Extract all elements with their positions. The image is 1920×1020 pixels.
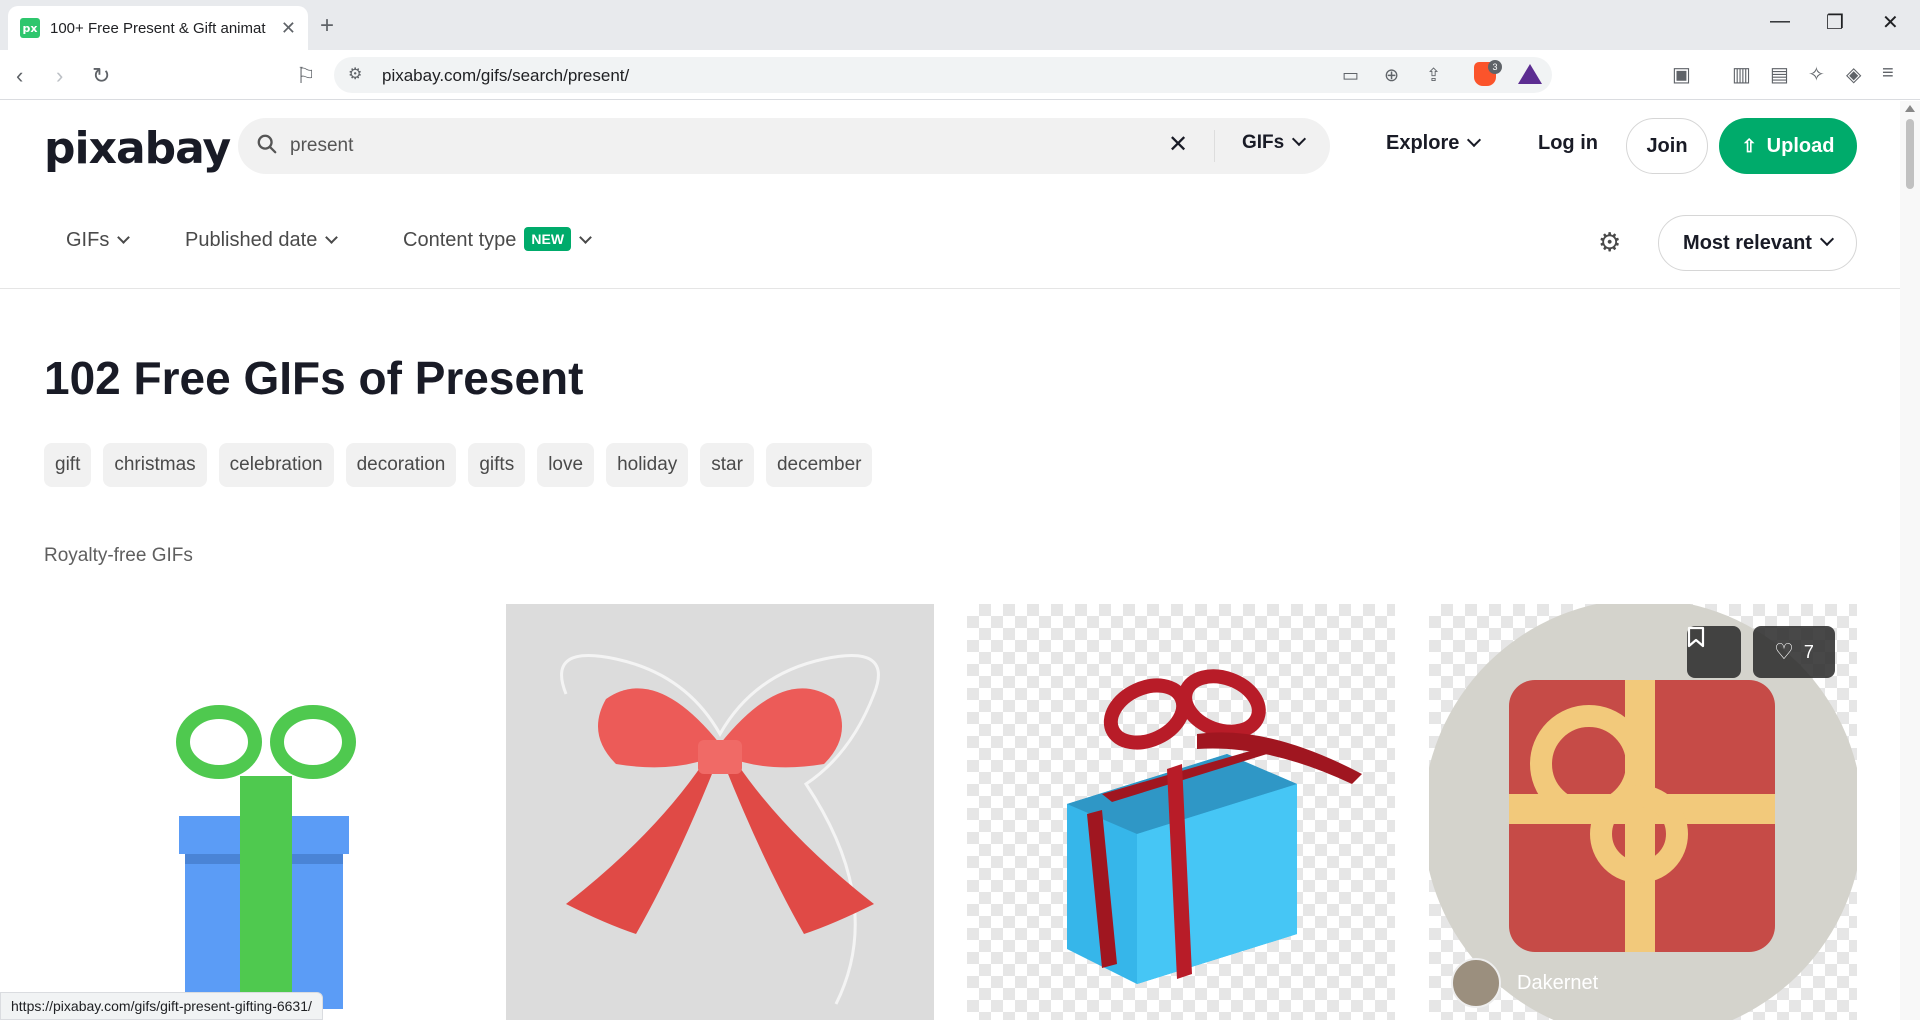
scrollbar-thumb[interactable] xyxy=(1906,119,1914,189)
menu-icon[interactable]: ≡ xyxy=(1882,62,1894,85)
leo-ai-icon[interactable]: ✧ xyxy=(1808,62,1825,87)
site-info-icon[interactable]: ⚙ xyxy=(348,64,362,84)
tag-chip[interactable]: holiday xyxy=(606,443,689,487)
search-bar: ✕ GIFs xyxy=(238,118,1330,174)
share-icon[interactable]: ⇪ xyxy=(1426,65,1441,86)
window-close-icon[interactable]: ✕ xyxy=(1882,10,1899,35)
chevron-down-icon xyxy=(579,231,592,244)
chevron-down-icon xyxy=(1819,231,1835,247)
content-type-filter[interactable]: Content type NEW xyxy=(403,227,592,253)
like-button[interactable]: ♡ 7 xyxy=(1753,626,1835,678)
published-date-label: Published date xyxy=(185,229,318,251)
chevron-down-icon xyxy=(325,231,339,244)
tag-chip[interactable]: star xyxy=(700,443,754,487)
search-type-label: GIFs xyxy=(1242,132,1285,153)
new-tab-icon[interactable]: + xyxy=(320,12,334,40)
scroll-up-icon[interactable] xyxy=(1905,105,1915,112)
cast-icon[interactable]: ▭ xyxy=(1342,65,1359,86)
join-button[interactable]: Join xyxy=(1626,118,1708,174)
chevron-down-icon xyxy=(1292,131,1307,147)
explore-menu[interactable]: Explore xyxy=(1386,132,1482,155)
sidebar-icon[interactable]: ▥ xyxy=(1732,62,1751,87)
sort-label: Most relevant xyxy=(1683,231,1812,254)
forward-icon[interactable]: › xyxy=(56,63,63,89)
new-badge: NEW xyxy=(524,227,572,251)
avatar xyxy=(1451,958,1501,1008)
gif-card[interactable]: ♡ 7 Dakernet xyxy=(1429,604,1857,1020)
bookmark-icon xyxy=(1687,626,1705,648)
search-divider xyxy=(1214,130,1215,162)
pixabay-logo[interactable]: pixabay xyxy=(44,123,231,174)
media-type-label: GIFs xyxy=(66,229,110,251)
author-name: Dakernet xyxy=(1517,971,1599,994)
chevron-down-icon xyxy=(1467,132,1482,148)
gif-card[interactable] xyxy=(44,604,472,1020)
browser-tab[interactable]: px 100+ Free Present & Gift animat ✕ xyxy=(8,6,308,50)
tag-chip[interactable]: gifts xyxy=(468,443,526,487)
search-input[interactable] xyxy=(290,130,1090,162)
search-type-dropdown[interactable]: GIFs xyxy=(1242,131,1307,154)
author-link[interactable]: Dakernet xyxy=(1451,958,1598,1008)
upload-label: Upload xyxy=(1766,134,1835,157)
gift-box-image xyxy=(1067,669,1362,984)
heart-icon: ♡ xyxy=(1774,639,1794,664)
vpn-icon[interactable]: ◈ xyxy=(1846,62,1861,87)
upload-button[interactable]: ⇧ Upload xyxy=(1719,118,1857,174)
tag-chip[interactable]: love xyxy=(537,443,595,487)
section-label: Royalty-free GIFs xyxy=(44,545,193,566)
related-tags: gift christmas celebration decoration gi… xyxy=(44,443,873,487)
gift-box-image xyxy=(176,705,356,1009)
clear-search-icon[interactable]: ✕ xyxy=(1168,130,1188,159)
zoom-icon[interactable]: ⊕ xyxy=(1384,65,1399,86)
red-bow-image xyxy=(560,654,880,1005)
page-scrollbar[interactable] xyxy=(1900,101,1920,1020)
brave-rewards-icon[interactable] xyxy=(1518,64,1542,84)
tag-chip[interactable]: decoration xyxy=(345,443,457,487)
browser-titlebar: px 100+ Free Present & Gift animat ✕ + —… xyxy=(0,0,1920,50)
published-date-filter[interactable]: Published date xyxy=(185,229,339,252)
pixabay-favicon-icon: px xyxy=(20,18,40,38)
page-content: pixabay ✕ GIFs Explore Log in Join ⇧ Uplo… xyxy=(0,101,1900,1020)
save-button[interactable] xyxy=(1687,626,1741,678)
bookmark-icon[interactable]: ⚐ xyxy=(296,63,316,89)
content-type-label: Content type xyxy=(403,229,517,251)
brave-shield-count: 3 xyxy=(1488,60,1502,74)
settings-gear-icon[interactable]: ⚙ xyxy=(1598,227,1621,258)
tab-title: 100+ Free Present & Gift animat xyxy=(50,19,266,37)
back-icon[interactable]: ‹ xyxy=(16,63,23,89)
search-icon xyxy=(257,134,277,154)
gif-card[interactable] xyxy=(506,604,934,1020)
sort-dropdown[interactable]: Most relevant xyxy=(1658,215,1857,271)
reader-mode-icon[interactable]: ▣ xyxy=(1672,62,1691,87)
minimize-icon[interactable]: — xyxy=(1770,10,1790,33)
page-title: 102 Free GIFs of Present xyxy=(44,352,584,404)
filter-bar: GIFs Published date Content type NEW ⚙ Mo… xyxy=(0,205,1900,289)
wallet-icon[interactable]: ▤ xyxy=(1770,62,1789,87)
restore-icon[interactable]: ❐ xyxy=(1826,10,1844,35)
login-link[interactable]: Log in xyxy=(1538,132,1598,155)
reload-icon[interactable]: ↻ xyxy=(92,63,110,89)
chevron-down-icon xyxy=(117,231,131,244)
gif-card[interactable] xyxy=(967,604,1395,1020)
tag-chip[interactable]: celebration xyxy=(218,443,334,487)
like-count: 7 xyxy=(1803,641,1814,662)
tag-chip[interactable]: december xyxy=(765,443,873,487)
media-type-filter[interactable]: GIFs xyxy=(66,229,131,252)
explore-label: Explore xyxy=(1386,132,1460,154)
status-bar-url: https://pixabay.com/gifs/gift-present-gi… xyxy=(0,992,323,1020)
url-text[interactable]: pixabay.com/gifs/search/present/ xyxy=(382,66,629,86)
browser-toolbar: ‹ › ↻ ⚐ ⚙ pixabay.com/gifs/search/presen… xyxy=(0,50,1920,100)
upload-icon: ⇧ xyxy=(1741,135,1757,156)
tag-chip[interactable]: christmas xyxy=(103,443,207,487)
tab-close-icon[interactable]: ✕ xyxy=(281,18,296,39)
address-bar[interactable]: ⚙ pixabay.com/gifs/search/present/ ▭ ⊕ ⇪ xyxy=(334,57,1552,93)
tag-chip[interactable]: gift xyxy=(44,443,92,487)
